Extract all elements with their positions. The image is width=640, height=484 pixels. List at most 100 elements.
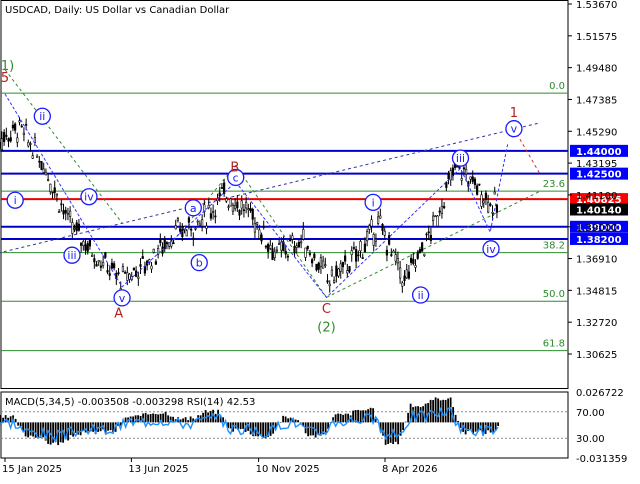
candle-body <box>471 176 474 182</box>
channel-line <box>0 122 541 254</box>
candle-body <box>407 271 411 279</box>
macd-bar <box>152 413 155 423</box>
candle-body <box>25 123 28 126</box>
candle-body <box>410 257 413 263</box>
wave-label: ii <box>418 289 424 302</box>
candle-body <box>80 242 83 246</box>
time-tick-label: 13 Jun 2025 <box>128 464 188 475</box>
candle-body <box>66 212 70 215</box>
candle-body <box>449 170 452 181</box>
candle-body <box>150 265 153 270</box>
candle-body <box>275 249 279 252</box>
candle-body <box>84 244 87 251</box>
macd-bar <box>334 414 337 423</box>
candle-body <box>315 263 318 271</box>
candle-body <box>44 171 48 176</box>
candle-body <box>16 137 19 143</box>
candle-body <box>194 228 197 230</box>
candle-body <box>132 267 136 271</box>
candle-body <box>245 201 248 209</box>
candle-body <box>480 194 483 207</box>
candle-body <box>5 134 8 137</box>
candle-body <box>401 282 404 287</box>
candle-body <box>88 239 92 247</box>
candle-body <box>308 253 312 255</box>
candle-body <box>330 269 334 276</box>
candle-body <box>256 222 259 225</box>
candle-body <box>212 211 215 213</box>
candle-body <box>159 238 162 244</box>
macd-bar <box>387 422 390 444</box>
wave-label: A <box>114 306 123 321</box>
candle-body <box>29 143 32 145</box>
price-level-tag-label: 1.44000 <box>576 147 622 158</box>
macd-bar <box>29 422 32 436</box>
macd-bar <box>307 422 310 437</box>
candle-body <box>337 268 340 277</box>
candle-body <box>91 254 94 257</box>
candle-body <box>14 123 17 131</box>
price-level-tag-label: 1.38200 <box>576 235 622 246</box>
candle-body <box>229 198 232 207</box>
candle-body <box>473 178 477 185</box>
price-tick-label: 1.53670 <box>576 0 617 11</box>
candle-body <box>247 208 250 211</box>
candle-body <box>390 254 393 256</box>
candle-body <box>95 263 98 267</box>
candle-body <box>291 235 294 240</box>
wave-label: 5 <box>1 71 9 86</box>
price-tick-label: 1.30625 <box>576 350 617 361</box>
candle-body <box>432 215 435 221</box>
wave-label: i <box>372 196 375 209</box>
time-tick-label: 15 Jan 2025 <box>2 464 62 475</box>
candle-body <box>196 220 199 223</box>
candle-body <box>462 167 466 170</box>
wave-label: ii <box>39 110 45 123</box>
indicator-tick-label: 30.00 <box>576 434 605 445</box>
candle-body <box>359 241 362 252</box>
macd-bar <box>279 422 282 423</box>
candle-body <box>381 223 384 231</box>
indicator-tick-label: 70.00 <box>576 408 605 419</box>
macd-bar <box>74 422 77 433</box>
macd-bar <box>297 420 300 423</box>
candle-body <box>47 179 50 181</box>
macd-bar <box>394 422 397 442</box>
candle-body <box>106 270 109 273</box>
time-axis: 15 Jan 2025 13 Jun 2025 10 Nov 2025 8 Apr 2… <box>2 458 437 475</box>
time-tick-label: 8 Apr 2026 <box>382 464 437 475</box>
price-tick-label: 1.32720 <box>576 318 617 329</box>
indicator-tick-label: 0.026722 <box>576 388 624 399</box>
candle-body <box>489 203 492 206</box>
macd-bar <box>357 409 360 423</box>
macd-bar <box>384 422 387 445</box>
candle-body <box>53 187 56 193</box>
macd-bar <box>404 421 407 423</box>
macd-bar <box>474 422 477 432</box>
candle-body <box>242 209 246 211</box>
candle-body <box>429 235 433 241</box>
candle-body <box>319 257 323 267</box>
candle-body <box>185 230 188 237</box>
candle-body <box>198 223 202 226</box>
macd-bar <box>9 416 12 423</box>
price-tick-label: 1.43195 <box>576 159 617 170</box>
candle-body <box>443 206 446 209</box>
wave-label: B <box>230 160 239 175</box>
candle-body <box>179 228 182 232</box>
candle-body <box>165 242 169 244</box>
candle-body <box>421 242 424 252</box>
candle-body <box>377 216 380 224</box>
macd-bar <box>287 418 290 423</box>
macd-bar <box>324 422 327 433</box>
candle-body <box>379 215 382 219</box>
candle-body <box>293 246 296 254</box>
candlesticks <box>0 116 499 298</box>
candle-body <box>423 253 426 256</box>
macd-bar <box>259 422 262 436</box>
candle-body <box>139 264 142 267</box>
candle-body <box>341 262 345 268</box>
candle-body <box>302 229 305 240</box>
chart-svg: 0.023.638.250.061.8 1.440001.425001.4082… <box>0 0 628 475</box>
macd-bar <box>187 420 190 423</box>
